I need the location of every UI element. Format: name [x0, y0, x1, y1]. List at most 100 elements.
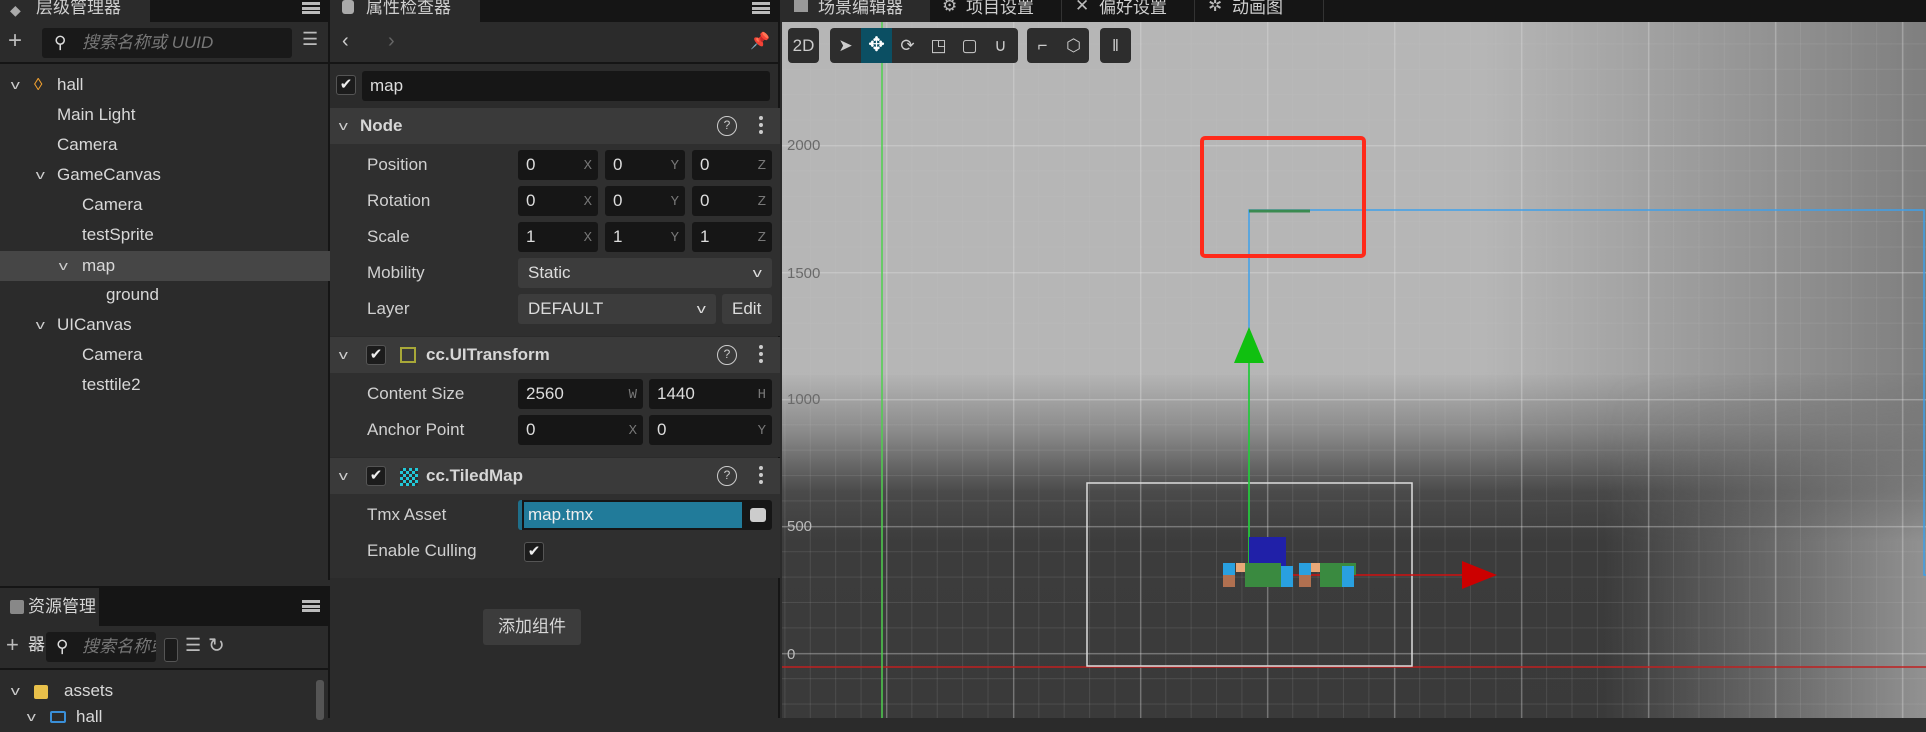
more-icon[interactable]: [759, 466, 763, 487]
axis-label: 1500: [787, 265, 821, 282]
asset-item-hall[interactable]: v hall: [0, 702, 330, 732]
forward-icon[interactable]: ›: [388, 30, 395, 53]
node-active-checkbox[interactable]: ✔: [336, 75, 356, 95]
position-y-input[interactable]: 0Y: [605, 150, 685, 180]
pin-icon[interactable]: 📌: [750, 31, 770, 51]
scene-gizmos: [782, 22, 1926, 718]
mobility-label: Mobility: [367, 263, 425, 282]
database-icon: [34, 685, 48, 699]
node-name-input[interactable]: map: [362, 71, 770, 101]
enable-culling-label: Enable Culling: [367, 541, 477, 560]
search-placeholder: 搜索名称或 UUID: [82, 33, 214, 52]
tab-preferences[interactable]: ✕ 偏好设置: [1063, 0, 1195, 22]
node-bounds-rect: [1248, 209, 1926, 576]
collapse-list-icon[interactable]: ☰: [185, 635, 201, 656]
select-tool-icon[interactable]: ➤: [830, 28, 861, 63]
add-asset-icon[interactable]: +: [6, 632, 19, 658]
position-x-input[interactable]: 0X: [518, 150, 598, 180]
layer-edit-button[interactable]: Edit: [722, 294, 772, 324]
chevron-down-icon: v: [338, 118, 348, 133]
tiledmap-section-body: Tmx Asset map.tmx Enable Culling ✔: [330, 494, 780, 578]
help-icon[interactable]: ?: [717, 116, 737, 136]
tab-assets[interactable]: 资源管理器: [0, 588, 99, 654]
assets-search-input[interactable]: ⚲ 搜索名称或 UU: [46, 632, 156, 662]
tree-item-camera[interactable]: Camera: [0, 190, 330, 220]
content-height-input[interactable]: 1440 H: [649, 379, 772, 409]
hierarchy-search-input[interactable]: ⚲ 搜索名称或 UUID: [42, 28, 292, 58]
tree-item-testsprite[interactable]: testSprite: [0, 220, 330, 250]
global-local-icon[interactable]: ⬡: [1058, 28, 1089, 63]
tree-item-testtile2[interactable]: testtile2: [0, 370, 330, 400]
more-icon[interactable]: [759, 345, 763, 366]
tree-item-uicanvas[interactable]: v UICanvas: [0, 310, 330, 340]
hierarchy-menu-icon[interactable]: [302, 2, 320, 14]
align-tools-button[interactable]: ‖: [1100, 28, 1131, 63]
inspector-title: 属性检查器: [366, 0, 451, 17]
node-section-body: Position 0X 0Y 0Z Rotation 0X 0Y 0Z Scal…: [330, 144, 780, 336]
scale-tool-icon[interactable]: ◳: [923, 28, 954, 63]
scale-x-input[interactable]: 1X: [518, 222, 598, 252]
add-node-icon[interactable]: +: [8, 27, 22, 55]
scale-y-input[interactable]: 1Y: [605, 222, 685, 252]
hierarchy-title: 层级管理器: [36, 0, 121, 17]
tab-scene-editor[interactable]: 场景编辑器: [782, 0, 930, 22]
section-title: Node: [360, 116, 403, 135]
tree-item-ground[interactable]: ground: [0, 280, 330, 310]
toggle-2d-button[interactable]: 2D: [788, 28, 819, 63]
assets-scrollbar[interactable]: [316, 680, 324, 720]
sort-list-icon[interactable]: ☰: [302, 29, 318, 50]
mobility-select[interactable]: Static v: [518, 258, 772, 288]
tab-animation-graph[interactable]: ✲ 动画图: [1196, 0, 1324, 22]
rotation-label: Rotation: [367, 191, 431, 210]
help-icon[interactable]: ?: [717, 466, 737, 486]
tree-item-camera[interactable]: Camera: [0, 130, 330, 160]
rotation-x-input[interactable]: 0X: [518, 186, 598, 216]
inspector-menu-icon[interactable]: [752, 2, 770, 14]
pivot-icon[interactable]: ⌐: [1027, 28, 1058, 63]
node-name-value: map: [370, 76, 404, 95]
tree-item-label: hall: [57, 75, 84, 94]
sort-icon[interactable]: ⇂: [28, 634, 43, 655]
axis-label: 500: [787, 518, 813, 535]
axis-label: 1000: [787, 391, 821, 408]
content-width-input[interactable]: 2560 W: [518, 379, 643, 409]
chevron-down-icon: v: [696, 301, 706, 316]
layer-select[interactable]: DEFAULT v: [518, 294, 716, 324]
enable-culling-checkbox[interactable]: ✔: [524, 542, 544, 562]
tab-inspector[interactable]: 属性检查器: [330, 0, 480, 22]
rect-tool-icon[interactable]: ▢: [954, 28, 985, 63]
uitransform-section-header[interactable]: v ✔ cc.UITransform ?: [330, 337, 780, 373]
snap-magnet-icon[interactable]: ∪: [985, 28, 1016, 63]
help-icon[interactable]: ?: [717, 345, 737, 365]
assets-menu-icon[interactable]: [302, 600, 320, 612]
tiledmap-enabled-checkbox[interactable]: ✔: [366, 466, 386, 486]
folder-icon: [10, 600, 24, 614]
rotation-z-input[interactable]: 0Z: [692, 186, 772, 216]
position-label: Position: [367, 155, 428, 174]
anchor-x-input[interactable]: 0X: [518, 415, 643, 445]
add-component-button[interactable]: 添加组件: [483, 609, 581, 645]
tree-item-map[interactable]: v map: [0, 251, 330, 281]
scale-z-input[interactable]: 1Z: [692, 222, 772, 252]
refresh-icon[interactable]: ↻: [208, 633, 225, 658]
asset-picker-icon[interactable]: [750, 508, 766, 522]
filter-checkbox[interactable]: [164, 638, 178, 662]
move-gizmo-x-arrow: [1462, 561, 1497, 589]
uitransform-enabled-checkbox[interactable]: ✔: [366, 345, 386, 365]
rotation-y-input[interactable]: 0Y: [605, 186, 685, 216]
more-icon[interactable]: [759, 116, 763, 137]
anchor-y-input[interactable]: 0Y: [649, 415, 772, 445]
tab-hierarchy[interactable]: ◆ 层级管理器: [0, 0, 150, 22]
tree-item-main-light[interactable]: Main Light: [0, 100, 330, 130]
tiledmap-section-header[interactable]: v ✔ cc.TiledMap ?: [330, 458, 780, 494]
tree-item-hall[interactable]: v ◊ hall: [0, 70, 330, 100]
tree-item-camera[interactable]: Camera: [0, 340, 330, 370]
node-section-header[interactable]: v Node ?: [330, 108, 780, 144]
rotate-tool-icon[interactable]: ⟳: [892, 28, 923, 63]
tab-project-settings[interactable]: ⚙ 项目设置: [930, 0, 1062, 22]
move-tool-icon[interactable]: ✥: [861, 28, 892, 63]
tree-item-gamecanvas[interactable]: v GameCanvas: [0, 160, 330, 190]
position-z-input[interactable]: 0Z: [692, 150, 772, 180]
back-icon[interactable]: ‹: [342, 30, 349, 53]
tmx-asset-field[interactable]: map.tmx: [518, 500, 772, 530]
